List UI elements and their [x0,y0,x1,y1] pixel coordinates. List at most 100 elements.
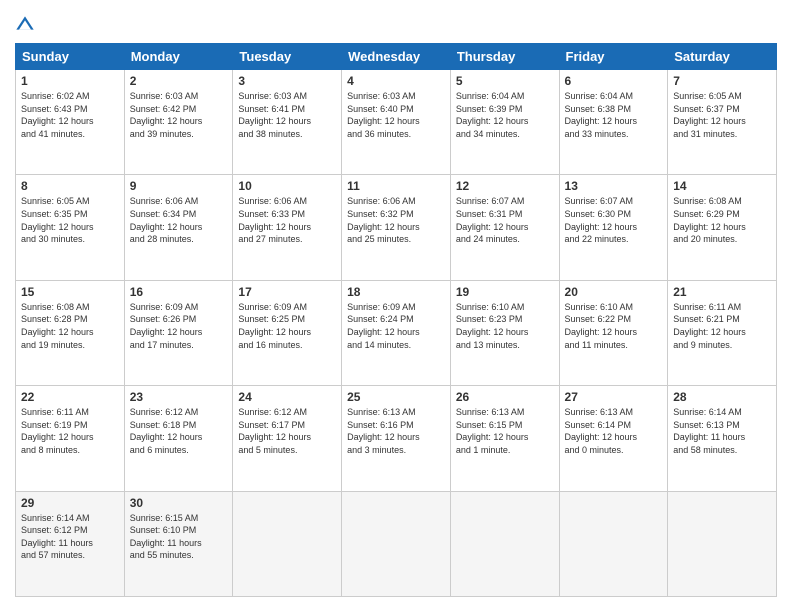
day-info: Sunrise: 6:13 AMSunset: 6:16 PMDaylight:… [347,407,420,455]
day-info: Sunrise: 6:06 AMSunset: 6:33 PMDaylight:… [238,196,311,244]
day-number: 14 [673,179,771,193]
calendar-cell: 13Sunrise: 6:07 AMSunset: 6:30 PMDayligh… [559,175,668,280]
calendar-week-0: 1 Sunrise: 6:02 AMSunset: 6:43 PMDaylight… [16,70,777,175]
day-info: Sunrise: 6:08 AMSunset: 6:29 PMDaylight:… [673,196,746,244]
calendar-cell: 2 Sunrise: 6:03 AMSunset: 6:42 PMDaylight… [124,70,233,175]
day-info: Sunrise: 6:07 AMSunset: 6:30 PMDaylight:… [565,196,638,244]
day-number: 9 [130,179,228,193]
day-info: Sunrise: 6:15 AMSunset: 6:10 PMDaylight:… [130,513,202,561]
calendar-cell: 11 Sunrise: 6:06 AMSunset: 6:32 PMDayligh… [342,175,451,280]
day-info: Sunrise: 6:03 AMSunset: 6:42 PMDaylight:… [130,91,203,139]
day-number: 28 [673,390,771,404]
calendar-cell: 28 Sunrise: 6:14 AMSunset: 6:13 PMDayligh… [668,386,777,491]
day-number: 6 [565,74,663,88]
day-number: 18 [347,285,445,299]
day-number: 12 [456,179,554,193]
day-info: Sunrise: 6:03 AMSunset: 6:40 PMDaylight:… [347,91,420,139]
calendar-cell: 20 Sunrise: 6:10 AMSunset: 6:22 PMDayligh… [559,280,668,385]
day-info: Sunrise: 6:08 AMSunset: 6:28 PMDaylight:… [21,302,94,350]
calendar-cell: 5 Sunrise: 6:04 AMSunset: 6:39 PMDaylight… [450,70,559,175]
calendar-cell: 21 Sunrise: 6:11 AMSunset: 6:21 PMDayligh… [668,280,777,385]
day-info: Sunrise: 6:13 AMSunset: 6:15 PMDaylight:… [456,407,529,455]
calendar-cell [233,491,342,596]
day-number: 16 [130,285,228,299]
day-number: 4 [347,74,445,88]
calendar-cell: 22 Sunrise: 6:11 AMSunset: 6:19 PMDayligh… [16,386,125,491]
calendar-cell: 30 Sunrise: 6:15 AMSunset: 6:10 PMDayligh… [124,491,233,596]
day-info: Sunrise: 6:05 AMSunset: 6:35 PMDaylight:… [21,196,94,244]
calendar-cell: 24 Sunrise: 6:12 AMSunset: 6:17 PMDayligh… [233,386,342,491]
day-info: Sunrise: 6:12 AMSunset: 6:18 PMDaylight:… [130,407,203,455]
day-number: 26 [456,390,554,404]
calendar-table: SundayMondayTuesdayWednesdayThursdayFrid… [15,43,777,597]
day-number: 21 [673,285,771,299]
calendar-cell: 9 Sunrise: 6:06 AMSunset: 6:34 PMDaylight… [124,175,233,280]
day-info: Sunrise: 6:12 AMSunset: 6:17 PMDaylight:… [238,407,311,455]
day-info: Sunrise: 6:11 AMSunset: 6:19 PMDaylight:… [21,407,94,455]
logo [15,15,39,35]
calendar-cell: 3 Sunrise: 6:03 AMSunset: 6:41 PMDaylight… [233,70,342,175]
page: SundayMondayTuesdayWednesdayThursdayFrid… [0,0,792,612]
calendar-cell: 7Sunrise: 6:05 AMSunset: 6:37 PMDaylight… [668,70,777,175]
calendar-header-row: SundayMondayTuesdayWednesdayThursdayFrid… [16,44,777,70]
calendar-cell: 16 Sunrise: 6:09 AMSunset: 6:26 PMDayligh… [124,280,233,385]
day-info: Sunrise: 6:02 AMSunset: 6:43 PMDaylight:… [21,91,94,139]
calendar-cell: 1 Sunrise: 6:02 AMSunset: 6:43 PMDaylight… [16,70,125,175]
calendar-cell: 17 Sunrise: 6:09 AMSunset: 6:25 PMDayligh… [233,280,342,385]
day-info: Sunrise: 6:09 AMSunset: 6:26 PMDaylight:… [130,302,203,350]
day-number: 24 [238,390,336,404]
calendar-header-thursday: Thursday [450,44,559,70]
day-number: 30 [130,496,228,510]
day-number: 2 [130,74,228,88]
calendar-cell [668,491,777,596]
calendar-cell: 26 Sunrise: 6:13 AMSunset: 6:15 PMDayligh… [450,386,559,491]
day-number: 19 [456,285,554,299]
day-number: 17 [238,285,336,299]
calendar-cell [559,491,668,596]
day-number: 5 [456,74,554,88]
day-number: 29 [21,496,119,510]
day-info: Sunrise: 6:07 AMSunset: 6:31 PMDaylight:… [456,196,529,244]
day-number: 20 [565,285,663,299]
day-info: Sunrise: 6:04 AMSunset: 6:38 PMDaylight:… [565,91,638,139]
day-info: Sunrise: 6:14 AMSunset: 6:12 PMDaylight:… [21,513,93,561]
calendar-header-tuesday: Tuesday [233,44,342,70]
calendar-cell: 6 Sunrise: 6:04 AMSunset: 6:38 PMDaylight… [559,70,668,175]
calendar-cell: 25Sunrise: 6:13 AMSunset: 6:16 PMDayligh… [342,386,451,491]
calendar-week-2: 15 Sunrise: 6:08 AMSunset: 6:28 PMDayligh… [16,280,777,385]
header [15,15,777,35]
day-number: 11 [347,179,445,193]
calendar-cell: 14 Sunrise: 6:08 AMSunset: 6:29 PMDayligh… [668,175,777,280]
calendar-header-wednesday: Wednesday [342,44,451,70]
calendar-cell: 19 Sunrise: 6:10 AMSunset: 6:23 PMDayligh… [450,280,559,385]
calendar-week-4: 29 Sunrise: 6:14 AMSunset: 6:12 PMDayligh… [16,491,777,596]
day-info: Sunrise: 6:14 AMSunset: 6:13 PMDaylight:… [673,407,745,455]
calendar-cell [450,491,559,596]
calendar-cell: 27Sunrise: 6:13 AMSunset: 6:14 PMDayligh… [559,386,668,491]
day-info: Sunrise: 6:10 AMSunset: 6:22 PMDaylight:… [565,302,638,350]
day-number: 3 [238,74,336,88]
calendar-cell: 4 Sunrise: 6:03 AMSunset: 6:40 PMDaylight… [342,70,451,175]
day-info: Sunrise: 6:06 AMSunset: 6:32 PMDaylight:… [347,196,420,244]
logo-icon [15,15,35,35]
day-number: 1 [21,74,119,88]
day-info: Sunrise: 6:11 AMSunset: 6:21 PMDaylight:… [673,302,746,350]
day-number: 23 [130,390,228,404]
day-info: Sunrise: 6:09 AMSunset: 6:25 PMDaylight:… [238,302,311,350]
calendar-header-friday: Friday [559,44,668,70]
day-number: 7 [673,74,771,88]
day-number: 22 [21,390,119,404]
day-number: 15 [21,285,119,299]
calendar-header-sunday: Sunday [16,44,125,70]
day-info: Sunrise: 6:13 AMSunset: 6:14 PMDaylight:… [565,407,638,455]
day-info: Sunrise: 6:06 AMSunset: 6:34 PMDaylight:… [130,196,203,244]
calendar-cell: 8Sunrise: 6:05 AMSunset: 6:35 PMDaylight… [16,175,125,280]
calendar-week-1: 8Sunrise: 6:05 AMSunset: 6:35 PMDaylight… [16,175,777,280]
day-info: Sunrise: 6:04 AMSunset: 6:39 PMDaylight:… [456,91,529,139]
day-info: Sunrise: 6:09 AMSunset: 6:24 PMDaylight:… [347,302,420,350]
day-info: Sunrise: 6:03 AMSunset: 6:41 PMDaylight:… [238,91,311,139]
calendar-week-3: 22 Sunrise: 6:11 AMSunset: 6:19 PMDayligh… [16,386,777,491]
calendar-cell: 12 Sunrise: 6:07 AMSunset: 6:31 PMDayligh… [450,175,559,280]
day-info: Sunrise: 6:10 AMSunset: 6:23 PMDaylight:… [456,302,529,350]
calendar-cell: 10Sunrise: 6:06 AMSunset: 6:33 PMDayligh… [233,175,342,280]
